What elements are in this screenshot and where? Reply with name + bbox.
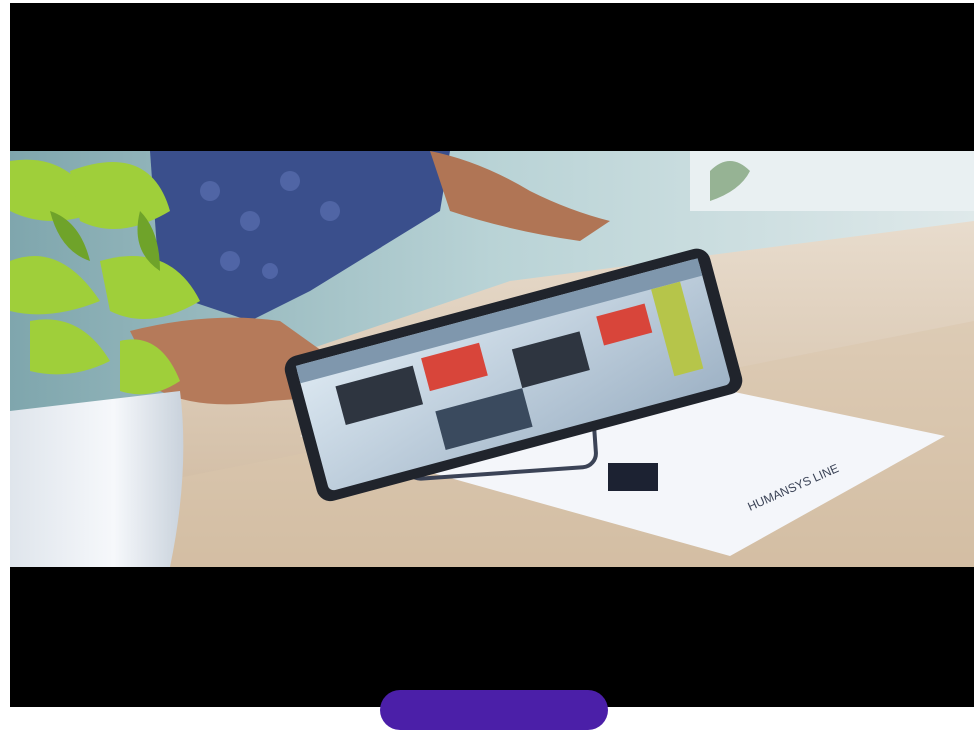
subscribe-button[interactable] xyxy=(380,690,608,730)
video-still: HUMANSYS LINE xyxy=(10,151,974,567)
video-player[interactable]: HUMANSYS LINE xyxy=(10,3,974,707)
ar-tablet-scene: HUMANSYS LINE xyxy=(10,151,974,567)
